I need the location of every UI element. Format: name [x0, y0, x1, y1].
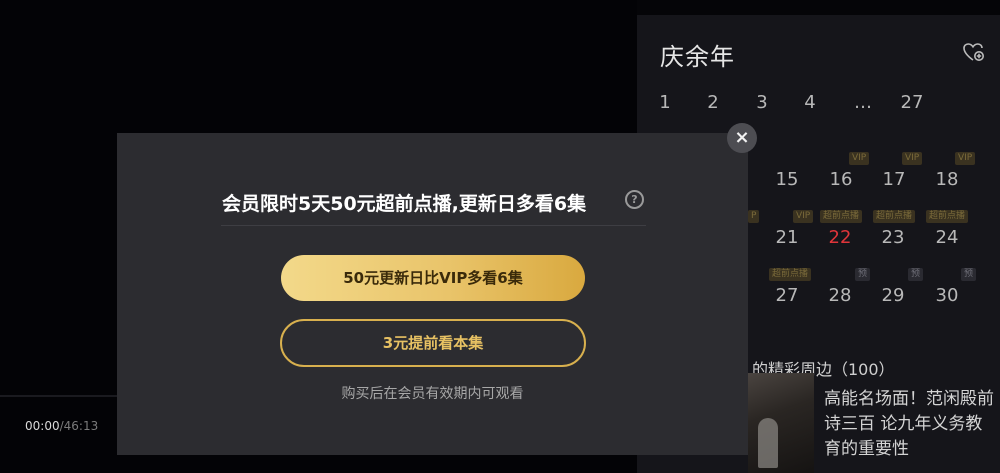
vip-badge: P [748, 210, 760, 223]
upcoming-badge: 预 [908, 268, 924, 281]
app-root: 00:00/46:13 庆余年 1 2 3 4 … 27 VIP VIP VIP… [0, 0, 1000, 473]
episode-item[interactable]: 1 [645, 92, 685, 113]
episode-item[interactable]: 3 [742, 92, 782, 113]
episode-item[interactable]: 2 [693, 92, 733, 113]
time-total: /46:13 [59, 419, 99, 433]
purchase-note: 购买后在会员有效期内可观看 [341, 386, 524, 402]
episode-item[interactable]: 4 [790, 92, 830, 113]
thumbnail-figure [758, 418, 778, 468]
purchase-modal: 会员限时5天50元超前点播,更新日多看6集 ? 50元更新日比VIP多看6集 3… [117, 133, 748, 455]
related-thumbnail[interactable] [748, 373, 814, 473]
vip-upgrade-button[interactable]: 50元更新日比VIP多看6集 [281, 255, 585, 301]
vip-badge: VIP [902, 152, 923, 165]
vip-badge: VIP [849, 152, 870, 165]
episode-item[interactable]: 24 [927, 227, 967, 248]
divider [221, 225, 646, 226]
episode-item[interactable]: 16 [821, 169, 861, 190]
episode-more[interactable]: … [843, 92, 883, 113]
episode-item[interactable]: 17 [874, 169, 914, 190]
episode-item[interactable]: 28 [820, 285, 860, 306]
question-circle-icon[interactable]: ? [625, 190, 644, 209]
heart-plus-icon[interactable] [961, 40, 985, 64]
related-video-title[interactable]: 高能名场面！范闲殿前诗三百 论九年义务教育的重要性 [824, 387, 994, 462]
preview-badge: 超前点播 [769, 268, 812, 281]
modal-title: 会员限时5天50元超前点播,更新日多看6集 [222, 193, 587, 215]
preview-badge: 超前点播 [926, 210, 969, 223]
time-display: 00:00/46:13 [25, 419, 98, 433]
upcoming-badge: 预 [855, 268, 871, 281]
show-title: 庆余年 [660, 43, 735, 71]
episode-item[interactable]: 30 [927, 285, 967, 306]
episode-item[interactable]: 23 [873, 227, 913, 248]
preview-badge: 超前点播 [820, 210, 863, 223]
time-current: 00:00 [25, 419, 60, 433]
episode-item[interactable]: 27 [767, 285, 807, 306]
episode-item[interactable]: 18 [927, 169, 967, 190]
preview-badge: 超前点播 [873, 210, 916, 223]
single-episode-button[interactable]: 3元提前看本集 [280, 319, 586, 367]
episode-item[interactable]: 21 [767, 227, 807, 248]
episode-item[interactable]: 27 [892, 92, 932, 113]
close-icon[interactable]: × [727, 123, 757, 153]
episode-item-current[interactable]: 22 [820, 223, 860, 255]
vip-badge: VIP [955, 152, 976, 165]
vip-badge: VIP [793, 210, 814, 223]
episode-item[interactable]: 15 [767, 169, 807, 190]
episode-item[interactable]: 29 [873, 285, 913, 306]
upcoming-badge: 预 [961, 268, 977, 281]
